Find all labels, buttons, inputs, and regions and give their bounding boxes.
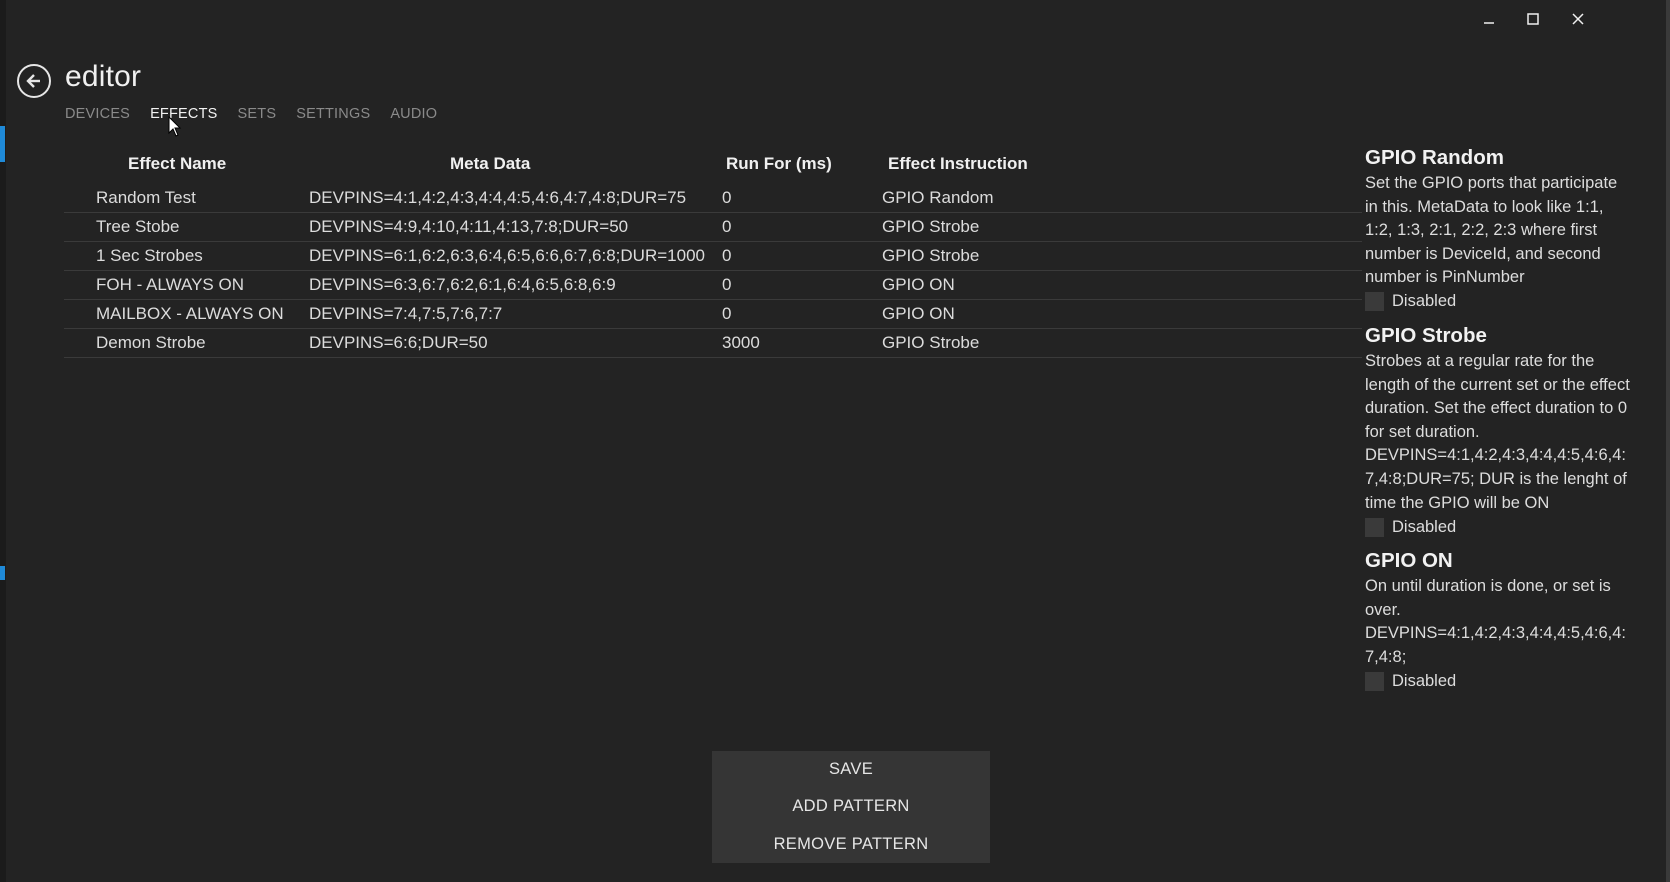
cell-meta-data[interactable]: DEVPINS=4:9,4:10,4:11,4:13,7:8;DUR=50 bbox=[309, 217, 628, 237]
column-header-meta-data[interactable]: Meta Data bbox=[450, 154, 530, 174]
instruction-list: GPIO Random Set the GPIO ports that part… bbox=[1365, 144, 1630, 702]
maximize-icon bbox=[1527, 13, 1539, 25]
disabled-checkbox-label: Disabled bbox=[1392, 292, 1457, 311]
tab-bar: DEVICES EFFECTS SETS SETTINGS AUDIO bbox=[65, 106, 457, 122]
disabled-checkbox-label: Disabled bbox=[1392, 672, 1457, 690]
cell-effect-instruction[interactable]: GPIO ON bbox=[882, 275, 955, 295]
cell-run-for[interactable]: 0 bbox=[722, 188, 731, 208]
table-row[interactable]: Demon Strobe DEVPINS=6:6;DUR=50 3000 GPI… bbox=[64, 329, 1362, 358]
table-row[interactable]: 1 Sec Strobes DEVPINS=6:1,6:2,6:3,6:4,6:… bbox=[64, 242, 1362, 271]
cell-effect-name[interactable]: MAILBOX - ALWAYS ON bbox=[96, 304, 284, 324]
tab-sets[interactable]: SETS bbox=[238, 106, 277, 122]
cell-effect-name[interactable]: Random Test bbox=[96, 188, 196, 208]
remove-pattern-button[interactable]: REMOVE PATTERN bbox=[712, 826, 990, 863]
column-header-effect-instruction[interactable]: Effect Instruction bbox=[888, 154, 1028, 174]
cell-effect-name[interactable]: Tree Stobe bbox=[96, 217, 179, 237]
instruction-description: Strobes at a regular rate for the length… bbox=[1365, 351, 1630, 512]
cell-effect-instruction[interactable]: GPIO Strobe bbox=[882, 333, 979, 353]
column-header-effect-name[interactable]: Effect Name bbox=[128, 154, 226, 174]
minimize-button[interactable] bbox=[1466, 4, 1512, 34]
effects-table: Effect Name Meta Data Run For (ms) Effec… bbox=[64, 150, 1362, 358]
save-button[interactable]: SAVE bbox=[712, 751, 990, 788]
cell-effect-name[interactable]: FOH - ALWAYS ON bbox=[96, 275, 244, 295]
tab-settings[interactable]: SETTINGS bbox=[296, 106, 370, 122]
add-pattern-button[interactable]: ADD PATTERN bbox=[712, 788, 990, 825]
cell-meta-data[interactable]: DEVPINS=4:1,4:2,4:3,4:4,4:5,4:6,4:7,4:8;… bbox=[309, 188, 686, 208]
cell-effect-instruction[interactable]: GPIO ON bbox=[882, 304, 955, 324]
table-row[interactable]: Tree Stobe DEVPINS=4:9,4:10,4:11,4:13,7:… bbox=[64, 213, 1362, 242]
cell-meta-data[interactable]: DEVPINS=6:6;DUR=50 bbox=[309, 333, 488, 353]
instruction-item-gpio-random: GPIO Random Set the GPIO ports that part… bbox=[1365, 144, 1630, 314]
column-header-run-for[interactable]: Run For (ms) bbox=[726, 154, 832, 174]
close-icon bbox=[1572, 13, 1584, 25]
page-title: editor bbox=[65, 60, 142, 93]
table-row[interactable]: Random Test DEVPINS=4:1,4:2,4:3,4:4,4:5,… bbox=[64, 184, 1362, 213]
cell-run-for[interactable]: 0 bbox=[722, 275, 731, 295]
cell-effect-instruction[interactable]: GPIO Random bbox=[882, 188, 994, 208]
tab-effects[interactable]: EFFECTS bbox=[150, 106, 217, 122]
table-row[interactable]: FOH - ALWAYS ON DEVPINS=6:3,6:7,6:2,6:1,… bbox=[64, 271, 1362, 300]
instruction-title: GPIO ON bbox=[1365, 549, 1453, 573]
cell-meta-data[interactable]: DEVPINS=6:1,6:2,6:3,6:4,6:5,6:6,6:7,6:8;… bbox=[309, 246, 705, 266]
instruction-item-gpio-strobe: GPIO Strobe Strobes at a regular rate fo… bbox=[1365, 322, 1630, 539]
cell-effect-name[interactable]: 1 Sec Strobes bbox=[96, 246, 203, 266]
table-row[interactable]: MAILBOX - ALWAYS ON DEVPINS=7:4,7:5,7:6,… bbox=[64, 300, 1362, 329]
instruction-title: GPIO Random bbox=[1365, 146, 1504, 169]
cell-meta-data[interactable]: DEVPINS=7:4,7:5,7:6,7:7 bbox=[309, 304, 502, 324]
disabled-checkbox[interactable] bbox=[1365, 292, 1384, 312]
disabled-toggle[interactable]: Disabled bbox=[1365, 290, 1630, 314]
left-edge-accent-mark bbox=[0, 126, 5, 162]
cell-effect-instruction[interactable]: GPIO Strobe bbox=[882, 246, 979, 266]
mouse-cursor-icon bbox=[168, 116, 182, 137]
instruction-item-gpio-on: GPIO ON On until duration is done, or se… bbox=[1365, 547, 1630, 693]
cell-effect-instruction[interactable]: GPIO Strobe bbox=[882, 217, 979, 237]
maximize-button[interactable] bbox=[1510, 4, 1556, 34]
instruction-description: Set the GPIO ports that participate in t… bbox=[1365, 174, 1618, 287]
cell-run-for[interactable]: 0 bbox=[722, 246, 731, 266]
instruction-description: On until duration is done, or set is ove… bbox=[1365, 577, 1626, 666]
action-button-panel: SAVE ADD PATTERN REMOVE PATTERN bbox=[712, 751, 990, 863]
scrollbar-track[interactable] bbox=[1666, 0, 1670, 882]
back-button[interactable] bbox=[17, 64, 51, 98]
disabled-checkbox[interactable] bbox=[1365, 672, 1384, 691]
minimize-icon bbox=[1484, 22, 1494, 24]
cell-effect-name[interactable]: Demon Strobe bbox=[96, 333, 206, 353]
left-edge-accent-mark bbox=[0, 566, 5, 580]
cell-meta-data[interactable]: DEVPINS=6:3,6:7,6:2,6:1,6:4,6:5,6:8,6:9 bbox=[309, 275, 616, 295]
back-arrow-icon bbox=[26, 74, 40, 88]
disabled-toggle[interactable]: Disabled bbox=[1365, 670, 1630, 694]
disabled-toggle[interactable]: Disabled bbox=[1365, 515, 1630, 539]
cell-run-for[interactable]: 3000 bbox=[722, 333, 760, 353]
instruction-title: GPIO Strobe bbox=[1365, 323, 1487, 347]
table-header: Effect Name Meta Data Run For (ms) Effec… bbox=[64, 150, 1362, 184]
disabled-checkbox[interactable] bbox=[1365, 517, 1384, 537]
tab-audio[interactable]: AUDIO bbox=[390, 106, 437, 122]
cell-run-for[interactable]: 0 bbox=[722, 304, 731, 324]
tab-devices[interactable]: DEVICES bbox=[65, 106, 130, 122]
disabled-checkbox-label: Disabled bbox=[1392, 517, 1457, 536]
close-button[interactable] bbox=[1555, 4, 1601, 34]
cell-run-for[interactable]: 0 bbox=[722, 217, 731, 237]
